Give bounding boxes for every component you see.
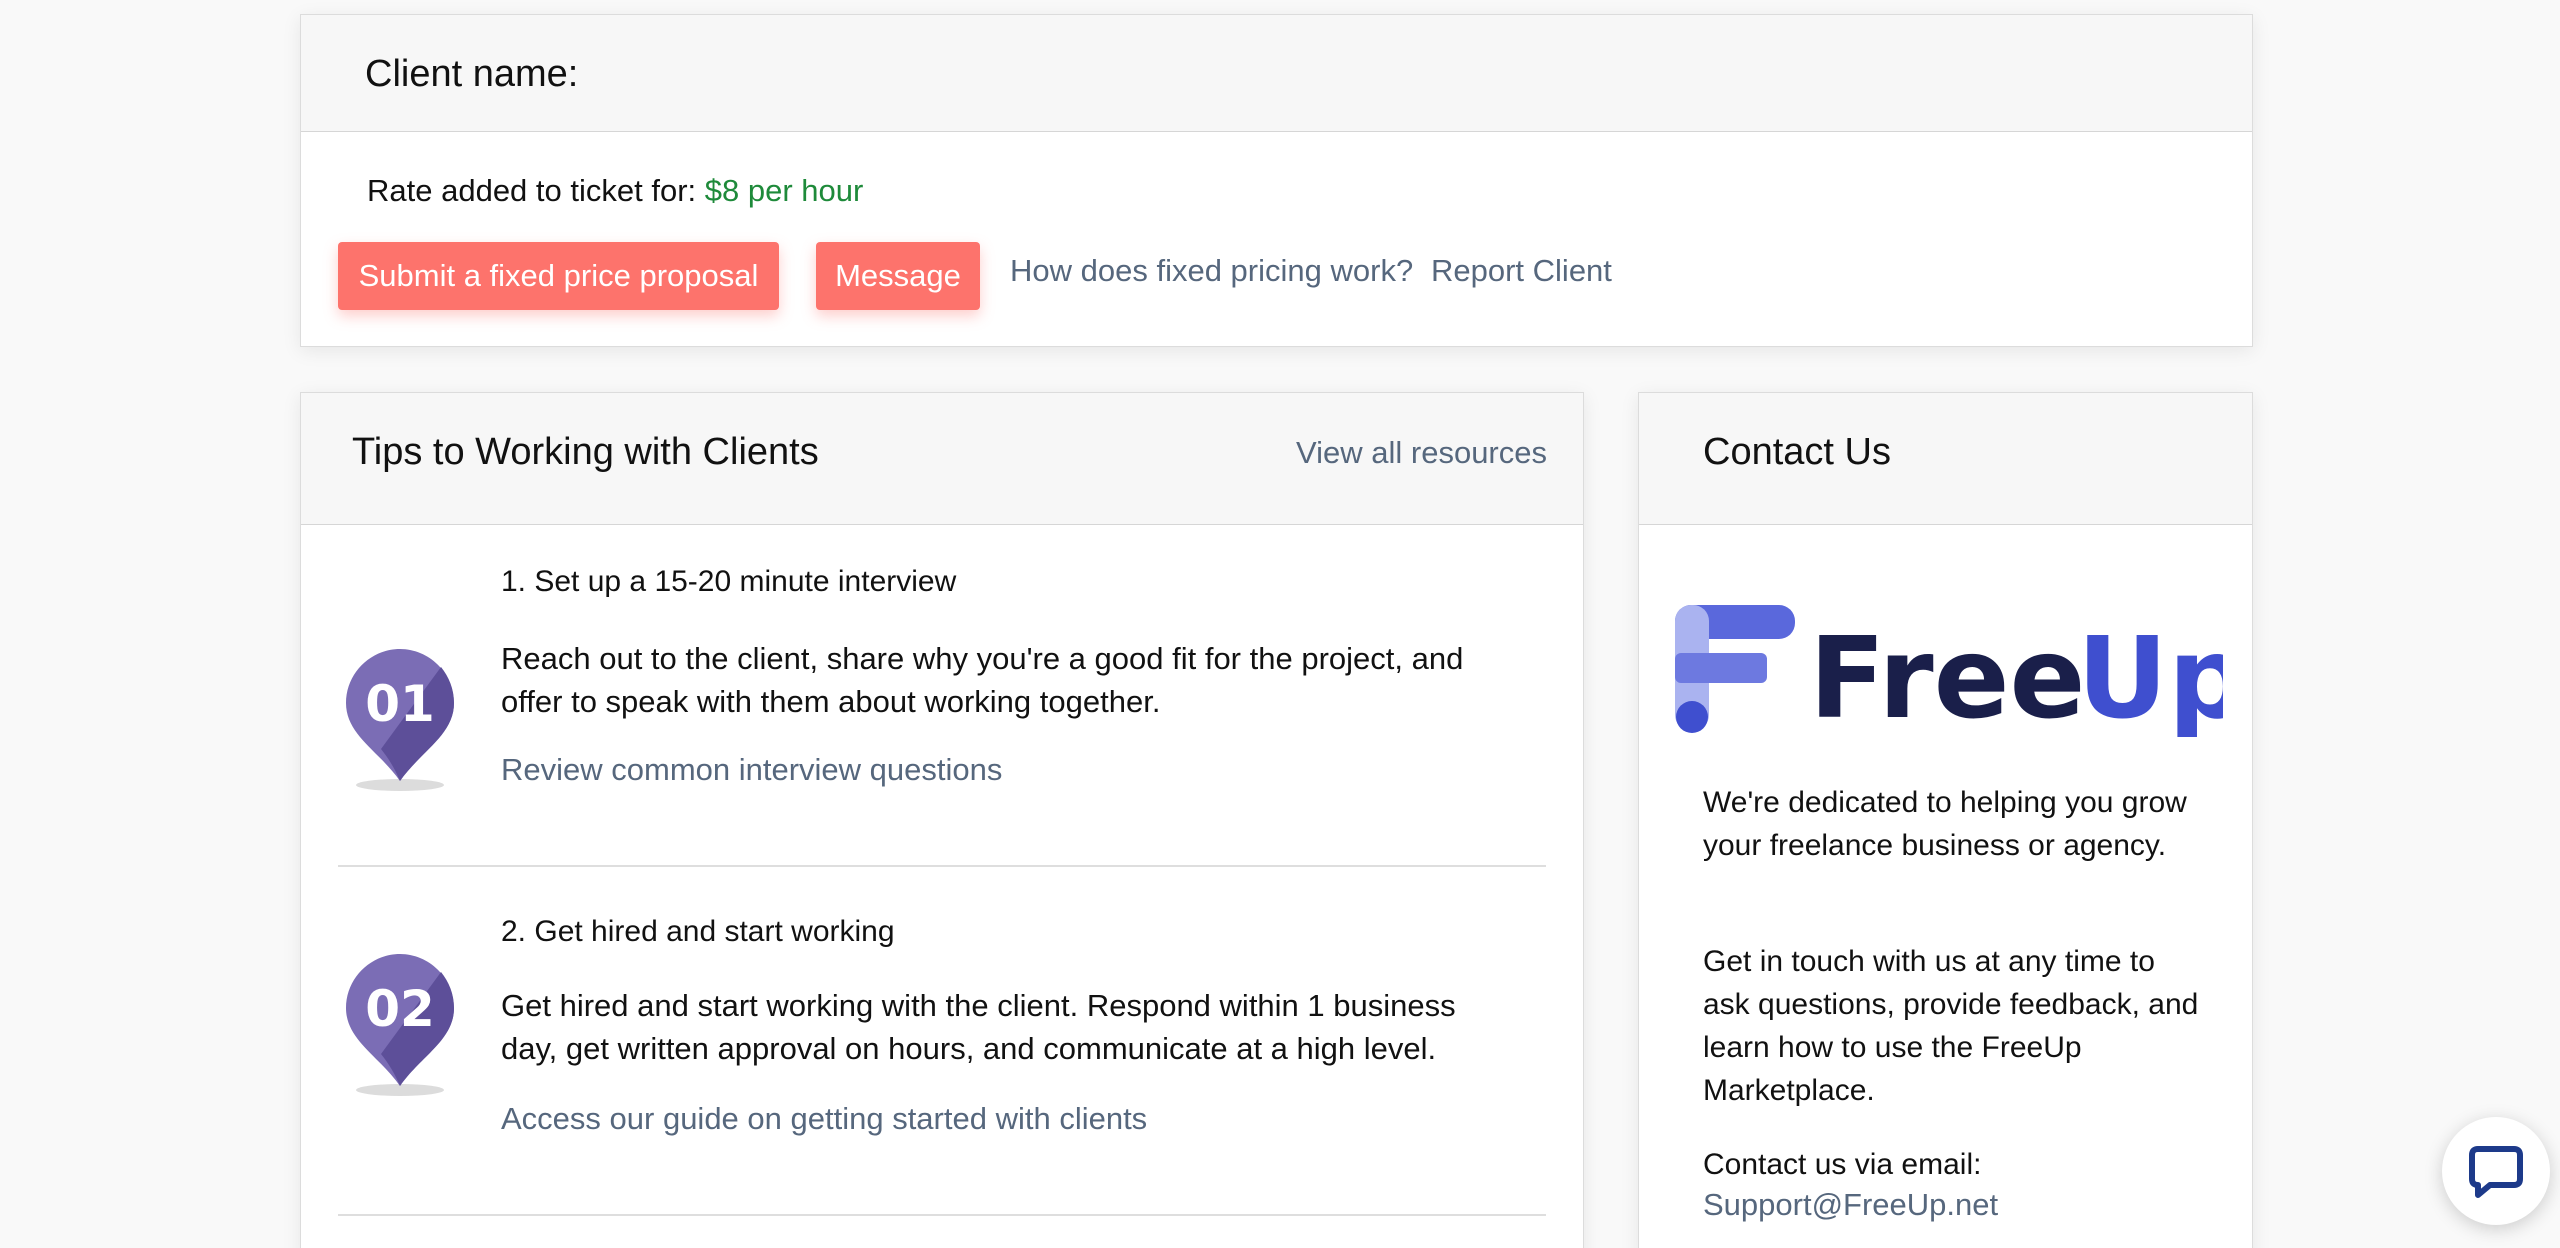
tip-1-link[interactable]: Review common interview questions — [501, 752, 1002, 788]
support-email-link[interactable]: Support@FreeUp.net — [1703, 1187, 1998, 1223]
pin-badge-01: 01 — [365, 675, 435, 733]
submit-fixed-price-proposal-button[interactable]: Submit a fixed price proposal — [338, 242, 779, 310]
rate-line: Rate added to ticket for: $8 per hour — [367, 173, 863, 209]
rate-prefix: Rate added to ticket for: — [367, 173, 697, 208]
tip-2-heading: 2. Get hired and start working — [501, 915, 895, 948]
logo-text-free: Free — [1809, 614, 2086, 737]
freeup-logo: Free Up — [1673, 601, 2248, 744]
contact-title: Contact Us — [1703, 431, 1891, 473]
tip-2-link[interactable]: Access our guide on getting started with… — [501, 1101, 1147, 1137]
pin-badge-02: 02 — [365, 980, 435, 1038]
map-pin-icon: 01 — [341, 645, 459, 798]
tip-1-heading: 1. Set up a 15-20 minute interview — [501, 565, 957, 598]
contact-paragraph-2: Get in touch with us at any time to ask … — [1703, 945, 2199, 1107]
rate-value: $8 per hour — [704, 173, 864, 208]
tip-1-body: Reach out to the client, share why you'r… — [501, 641, 1464, 719]
contact-paragraph-1: We're dedicated to helping you grow your… — [1703, 786, 2187, 862]
tips-title: Tips to Working with Clients — [352, 431, 819, 473]
tips-card: Tips to Working with Clients View all re… — [300, 392, 1584, 1248]
client-card-header: Client name: — [301, 15, 2252, 132]
tip-divider — [338, 865, 1546, 867]
tip-divider — [338, 1214, 1546, 1216]
logo-text-up: Up — [2077, 614, 2223, 737]
view-all-resources-link[interactable]: View all resources — [1296, 435, 1547, 471]
client-name-label: Client name: — [365, 53, 579, 95]
report-client-link[interactable]: Report Client — [1431, 253, 1612, 289]
tips-card-header: Tips to Working with Clients View all re… — [301, 393, 1583, 525]
client-card: Client name: Rate added to ticket for: $… — [300, 14, 2253, 347]
tip-2-body: Get hired and start working with the cli… — [501, 988, 1456, 1066]
contact-email-prefix: Contact us via email: — [1703, 1148, 1982, 1181]
message-button[interactable]: Message — [816, 242, 980, 310]
chat-button[interactable] — [2442, 1117, 2550, 1225]
contact-card: Contact Us Free Up We're dedicated to he… — [1638, 392, 2253, 1248]
map-pin-icon: 02 — [341, 950, 459, 1103]
chat-bubble-icon — [2469, 1146, 2523, 1198]
contact-card-header: Contact Us — [1639, 393, 2252, 525]
fixed-pricing-help-link[interactable]: How does fixed pricing work? — [1010, 253, 1413, 289]
